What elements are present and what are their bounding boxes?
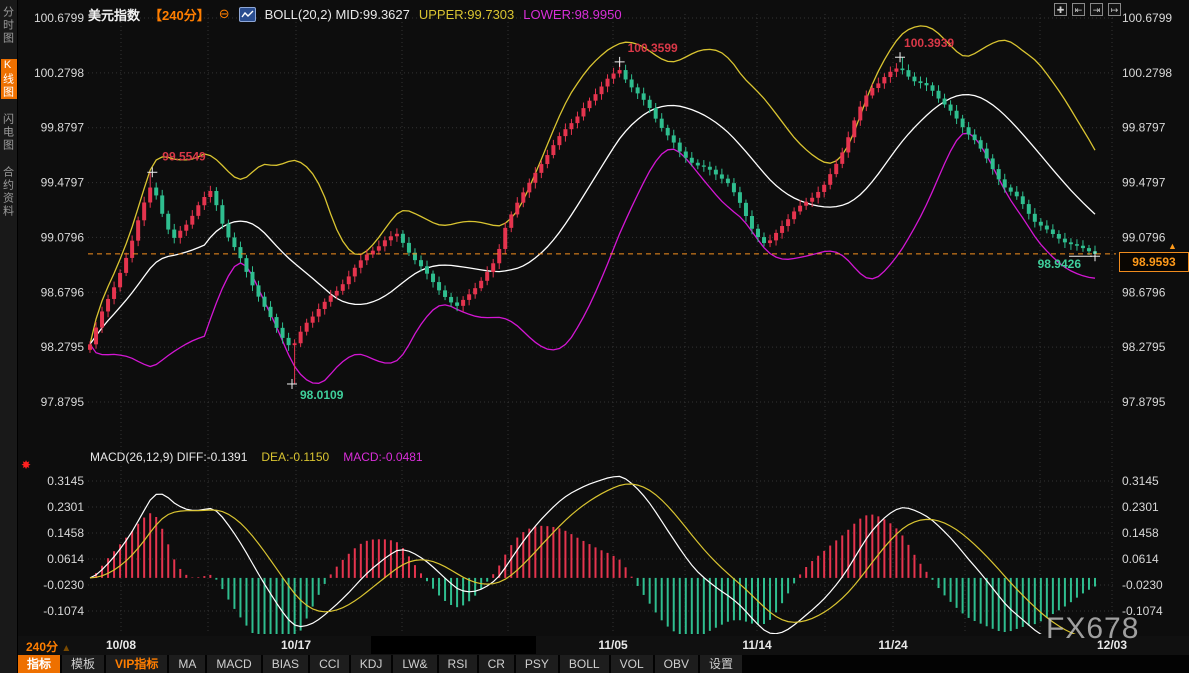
svg-text:99.0796: 99.0796 bbox=[41, 230, 85, 244]
x-axis-row: 240分 ▲ 10/0810/1711/0511/1411/2412/03 bbox=[18, 636, 1189, 655]
toolbar-button-MACD[interactable]: MACD bbox=[207, 655, 260, 673]
sidebar-item-time-chart[interactable]: 分时图 bbox=[1, 6, 17, 45]
compress-x-icon[interactable]: ⇤ bbox=[1072, 3, 1085, 16]
grid-lines bbox=[88, 14, 1116, 632]
x-axis-date-label: 11/24 bbox=[878, 638, 907, 652]
toolbar-button-LW&[interactable]: LW& bbox=[393, 655, 436, 673]
macd-diff-value: MACD(26,12,9) DIFF:-0.1391 bbox=[90, 450, 247, 464]
fx678-watermark: FX678 bbox=[1046, 612, 1139, 646]
price-marker-label: 98.0109 bbox=[300, 388, 344, 402]
interval-label[interactable]: 【240分】 bbox=[149, 5, 210, 24]
indicator-chart-icon[interactable] bbox=[239, 7, 256, 22]
chart-controls: ✚ ⇤ ⇥ ↦ bbox=[1054, 3, 1121, 16]
svg-text:0.2301: 0.2301 bbox=[47, 500, 84, 514]
macd-macd-value: MACD:-0.0481 bbox=[343, 450, 422, 464]
svg-text:98.2795: 98.2795 bbox=[1122, 340, 1166, 354]
svg-text:-0.1074: -0.1074 bbox=[43, 604, 84, 618]
toolbar-button-OBV[interactable]: OBV bbox=[655, 655, 698, 673]
svg-text:0.0614: 0.0614 bbox=[1122, 552, 1159, 566]
boll-lower-value: LOWER:98.9950 bbox=[523, 7, 621, 22]
toolbar-button-BIAS[interactable]: BIAS bbox=[263, 655, 308, 673]
svg-text:-0.0230: -0.0230 bbox=[1122, 578, 1163, 592]
x-axis-date-label: 11/14 bbox=[742, 638, 771, 652]
sidebar-item-lightning-chart[interactable]: 闪电图 bbox=[1, 113, 17, 152]
svg-text:99.8797: 99.8797 bbox=[1122, 121, 1166, 135]
title-bar: 美元指数 【240分】 ⊖ BOLL(20,2) MID:99.3627 UPP… bbox=[88, 6, 622, 22]
indicator-toolbar: 指标模板VIP指标MAMACDBIASCCIKDJLW&RSICRPSYBOLL… bbox=[18, 655, 1189, 673]
symbol-title: 美元指数 bbox=[88, 5, 140, 24]
x-axis-date-label: 10/08 bbox=[106, 638, 136, 652]
toolbar-button-设置[interactable]: 设置 bbox=[700, 655, 742, 673]
price-marker-label: 98.9426 bbox=[1038, 257, 1082, 271]
svg-text:100.6799: 100.6799 bbox=[34, 11, 84, 25]
svg-text:97.8795: 97.8795 bbox=[1122, 395, 1166, 409]
price-marker-label: 100.3599 bbox=[628, 41, 678, 55]
trading-app: 100.6799 100.6799 100.2798 100.2798 99.8797 9… bbox=[0, 0, 1189, 673]
svg-text:-0.0230: -0.0230 bbox=[43, 578, 84, 592]
toolbar-button-CCI[interactable]: CCI bbox=[310, 655, 349, 673]
boll-upper-value: UPPER:99.7303 bbox=[419, 7, 514, 22]
svg-text:100.2798: 100.2798 bbox=[1122, 66, 1172, 80]
interval-selector[interactable]: 240分 ▲ bbox=[26, 638, 71, 655]
svg-text:0.0614: 0.0614 bbox=[47, 552, 84, 566]
toolbar-button-RSI[interactable]: RSI bbox=[439, 655, 477, 673]
macd-lines bbox=[90, 476, 1095, 645]
toolbar-button-BOLL[interactable]: BOLL bbox=[560, 655, 609, 673]
shift-right-icon[interactable]: ↦ bbox=[1108, 3, 1121, 16]
svg-text:99.0796: 99.0796 bbox=[1122, 230, 1166, 244]
svg-text:98.6796: 98.6796 bbox=[41, 285, 85, 299]
compare-circle-icon[interactable]: ⊖ bbox=[219, 6, 230, 22]
toolbar-button-VIP指标[interactable]: VIP指标 bbox=[106, 655, 167, 673]
svg-text:100.2798: 100.2798 bbox=[34, 66, 84, 80]
price-up-arrow-icon: ▲ bbox=[1168, 241, 1177, 251]
svg-text:98.6796: 98.6796 bbox=[1122, 285, 1166, 299]
svg-text:99.4797: 99.4797 bbox=[1122, 176, 1166, 190]
indicator-burst-icon[interactable]: ✸ bbox=[21, 458, 31, 472]
sidebar-item-contract-info[interactable]: 合约资料 bbox=[1, 166, 17, 218]
toolbar-button-MA[interactable]: MA bbox=[169, 655, 205, 673]
svg-text:98.2795: 98.2795 bbox=[41, 340, 85, 354]
boll-mid-value: BOLL(20,2) MID:99.3627 bbox=[265, 7, 410, 22]
svg-text:99.4797: 99.4797 bbox=[41, 176, 85, 190]
macd-dea-value: DEA:-0.1150 bbox=[261, 450, 329, 464]
price-marker-label: 99.5549 bbox=[162, 149, 206, 163]
toolbar-button-VOL[interactable]: VOL bbox=[611, 655, 653, 673]
x-axis-date-label: 11/05 bbox=[598, 638, 627, 652]
price-marker-label: 100.3939 bbox=[904, 36, 954, 50]
expand-x-icon[interactable]: ⇥ bbox=[1090, 3, 1103, 16]
svg-text:99.8797: 99.8797 bbox=[41, 121, 85, 135]
chart-canvas[interactable]: 100.6799 100.6799 100.2798 100.2798 99.8797 9… bbox=[0, 0, 1189, 673]
pan-icon[interactable]: ✚ bbox=[1054, 3, 1067, 16]
toolbar-button-CR[interactable]: CR bbox=[479, 655, 514, 673]
svg-text:0.1458: 0.1458 bbox=[47, 526, 84, 540]
redacted-region bbox=[371, 636, 536, 654]
current-price-badge: 98.9593 bbox=[1119, 252, 1189, 272]
sidebar-item-kline-chart[interactable]: K线图 bbox=[1, 59, 17, 99]
axis-tick-labels: 100.6799 100.6799 100.2798 100.2798 99.8797 9… bbox=[34, 11, 1172, 618]
price-markers: 99.5549 98.0109 100.3599 100.3939 98.9426 bbox=[147, 36, 1100, 402]
toolbar-button-PSY[interactable]: PSY bbox=[516, 655, 558, 673]
sidebar: 分时图 K线图 闪电图 合约资料 bbox=[0, 0, 18, 673]
svg-text:97.8795: 97.8795 bbox=[41, 395, 85, 409]
toolbar-button-模板[interactable]: 模板 bbox=[62, 655, 104, 673]
svg-text:0.2301: 0.2301 bbox=[1122, 500, 1159, 514]
svg-text:0.1458: 0.1458 bbox=[1122, 526, 1159, 540]
toolbar-button-指标[interactable]: 指标 bbox=[18, 655, 60, 673]
svg-text:0.3145: 0.3145 bbox=[47, 474, 84, 488]
toolbar-button-KDJ[interactable]: KDJ bbox=[351, 655, 392, 673]
x-axis-date-label: 10/17 bbox=[281, 638, 311, 652]
interval-arrow-icon: ▲ bbox=[61, 643, 71, 654]
bollinger-bands bbox=[90, 26, 1095, 383]
macd-header: MACD(26,12,9) DIFF:-0.1391 DEA:-0.1150 M… bbox=[90, 450, 423, 464]
svg-text:100.6799: 100.6799 bbox=[1122, 11, 1172, 25]
svg-text:0.3145: 0.3145 bbox=[1122, 474, 1159, 488]
